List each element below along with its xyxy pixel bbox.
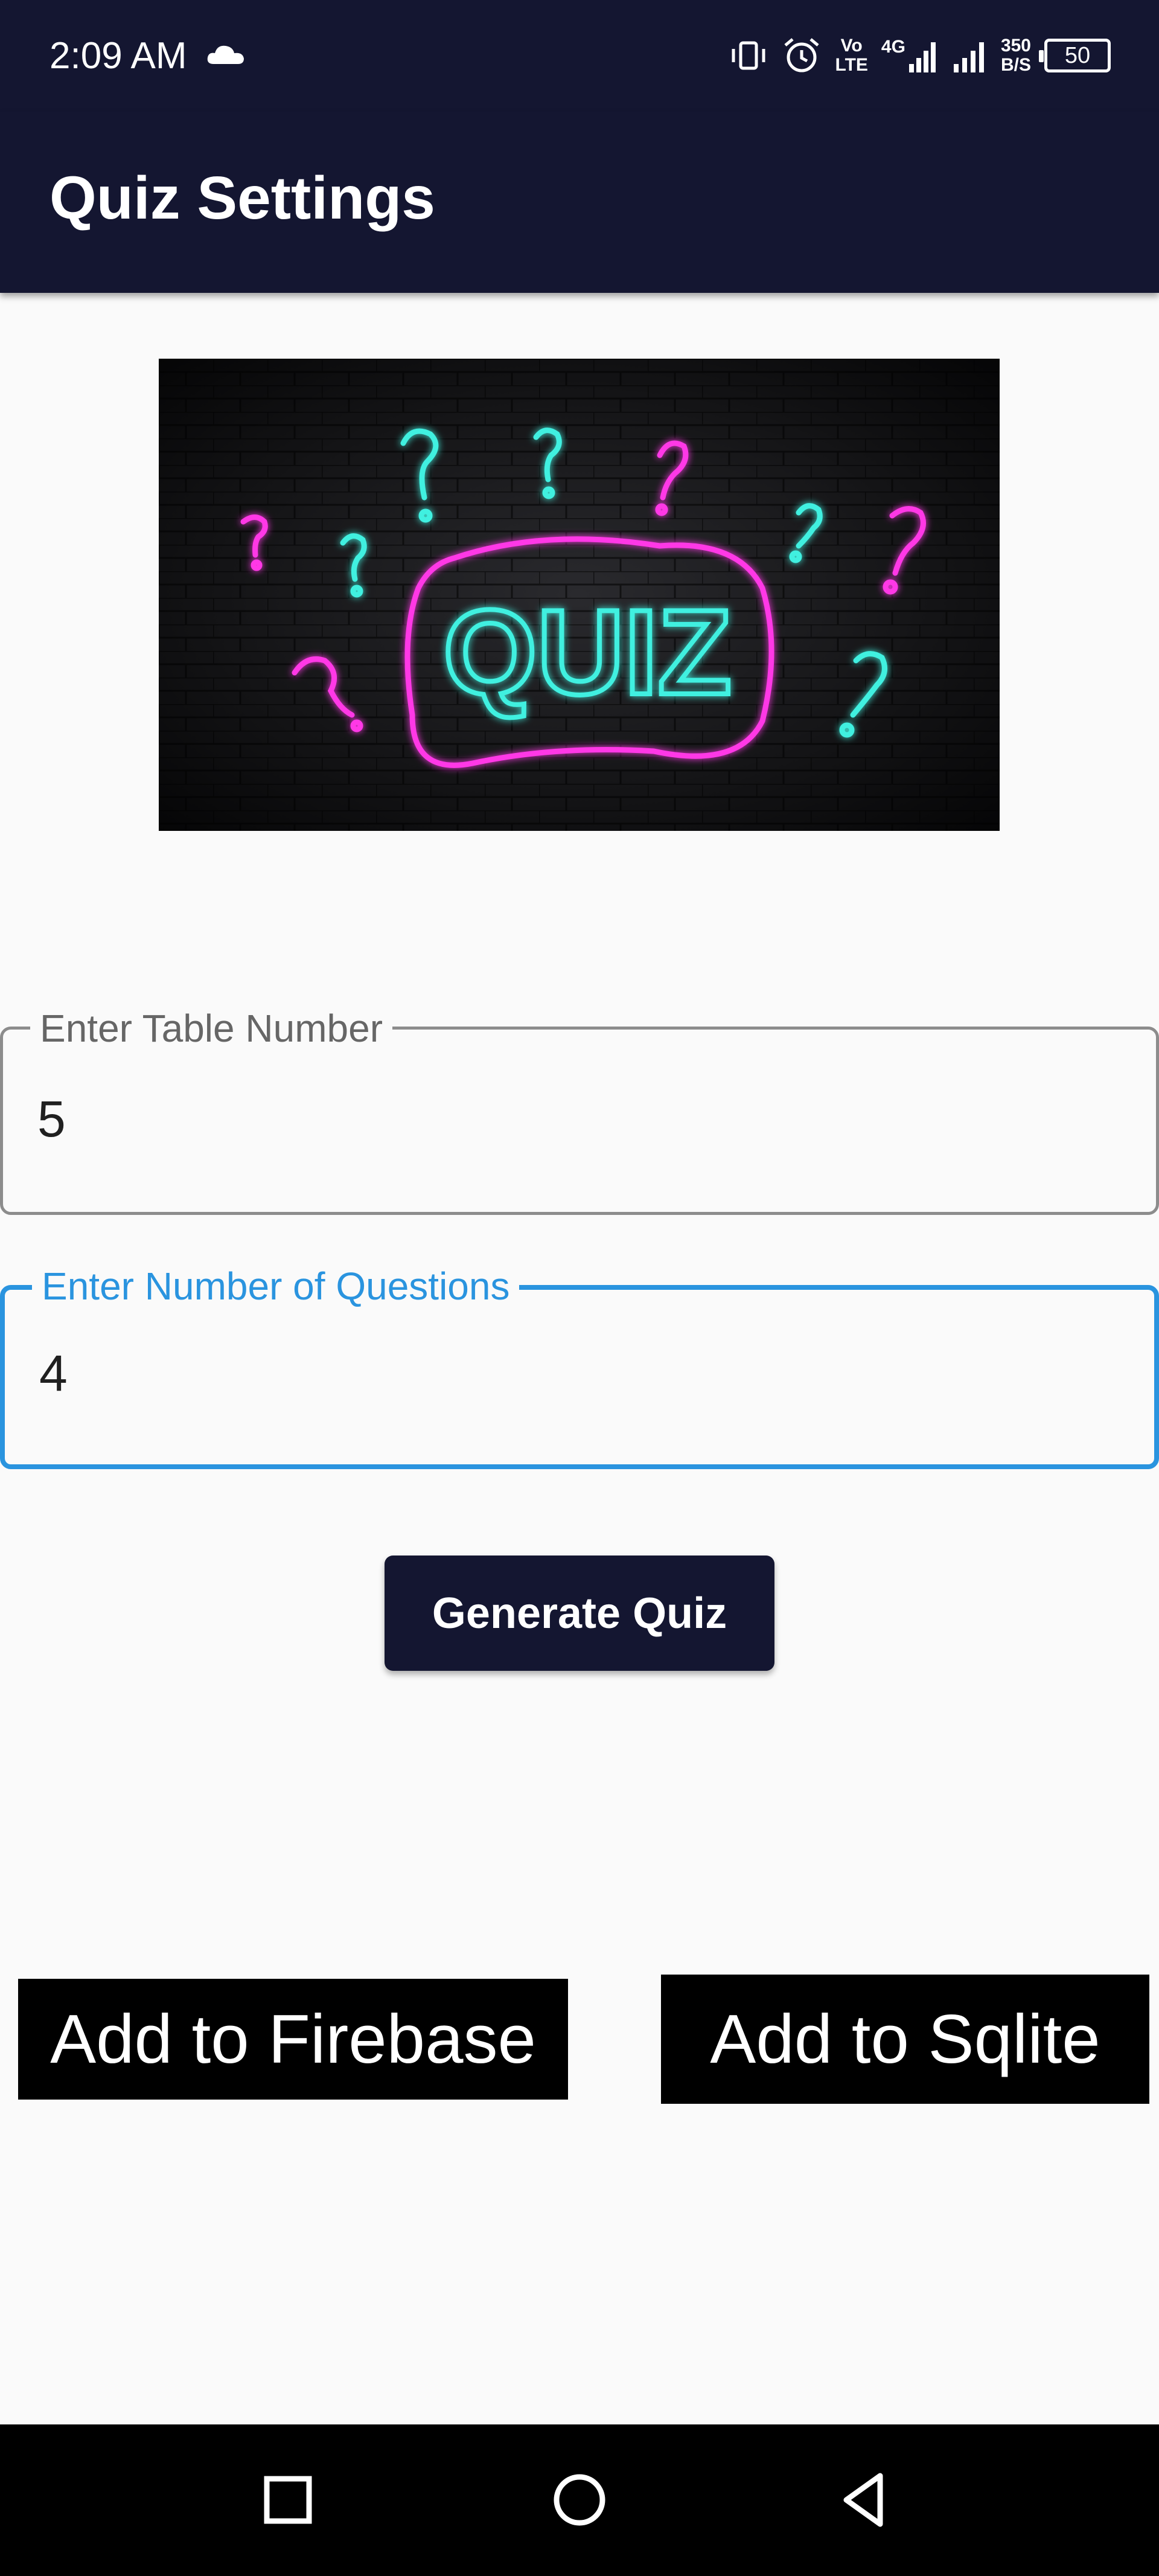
status-time: 2:09 AM xyxy=(49,35,187,77)
home-icon[interactable] xyxy=(546,2467,613,2533)
cloud-icon xyxy=(207,45,244,64)
quiz-settings-screen: 2:09 AM Vo LTE 4G 350 B/S 50 Quiz Settin… xyxy=(0,0,1159,2576)
questions-count-field[interactable]: Enter Number of Questions xyxy=(0,1263,1159,1469)
app-bar: Quiz Settings xyxy=(0,112,1159,293)
add-to-firebase-button[interactable]: Add to Firebase xyxy=(18,1979,568,2100)
page-title: Quiz Settings xyxy=(49,164,435,232)
table-number-input[interactable] xyxy=(37,1090,1064,1148)
battery-icon: 50 xyxy=(1039,39,1111,72)
net-type-label: 4G xyxy=(881,37,905,57)
banner-quiz-text: QUIZ xyxy=(443,585,732,720)
table-number-field[interactable]: Enter Table Number xyxy=(0,1005,1159,1215)
volte-icon: Vo LTE xyxy=(835,36,868,75)
alarm-icon xyxy=(784,38,820,72)
signal-icon: 4G xyxy=(881,37,938,74)
status-bar: 2:09 AM Vo LTE 4G 350 B/S 50 xyxy=(0,0,1159,112)
questions-count-input[interactable] xyxy=(39,1344,1065,1402)
signal-icon xyxy=(953,42,984,72)
back-icon[interactable] xyxy=(833,2467,899,2533)
network-speed: 350 B/S xyxy=(1000,36,1031,75)
questions-count-label: Enter Number of Questions xyxy=(32,1263,520,1309)
generate-quiz-button[interactable]: Generate Quiz xyxy=(385,1556,774,1671)
quiz-neon-image: QUIZ xyxy=(159,359,1000,831)
vibrate-icon xyxy=(732,41,765,70)
navigation-bar xyxy=(0,2424,1159,2576)
recents-icon[interactable] xyxy=(255,2467,321,2533)
add-to-sqlite-button[interactable]: Add to Sqlite xyxy=(661,1975,1149,2104)
table-number-label: Enter Table Number xyxy=(30,1005,392,1051)
status-icons: Vo LTE 4G 350 B/S 50 xyxy=(729,31,1111,80)
